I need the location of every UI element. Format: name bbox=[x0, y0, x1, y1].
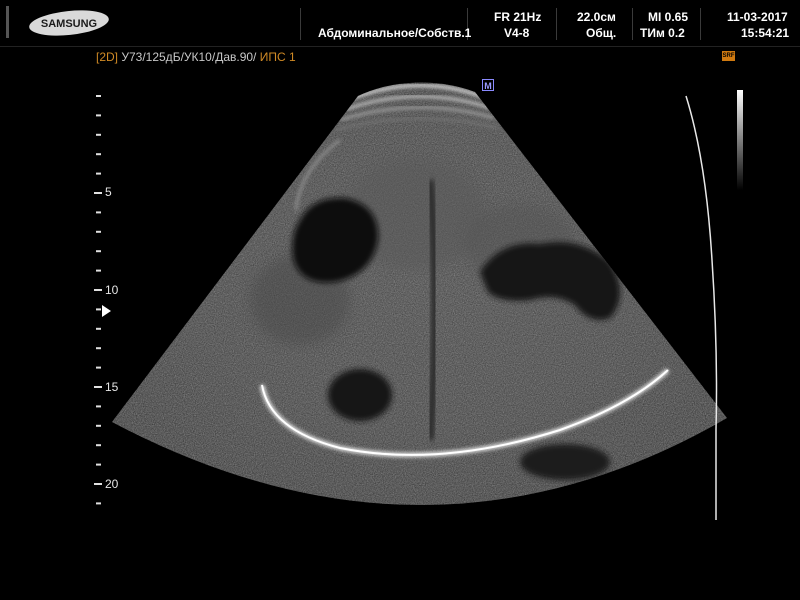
depth-label-10: 10 bbox=[105, 283, 119, 297]
depth-tick bbox=[94, 192, 102, 194]
hypoechoic-structure-lower bbox=[328, 369, 392, 421]
depth-ticks bbox=[94, 95, 102, 505]
depth-tick bbox=[96, 327, 101, 330]
depth-tick bbox=[94, 483, 102, 485]
depth-tick bbox=[96, 347, 101, 350]
depth-tick bbox=[96, 405, 101, 408]
depth-tick bbox=[96, 153, 101, 156]
grayscale-bar bbox=[737, 90, 743, 190]
depth-tick bbox=[96, 269, 101, 272]
depth-tick bbox=[96, 308, 101, 311]
depth-tick bbox=[96, 366, 101, 369]
depth-tick bbox=[96, 463, 101, 466]
depth-tick bbox=[94, 386, 102, 388]
depth-label-20: 20 bbox=[105, 477, 119, 491]
depth-tick bbox=[96, 230, 101, 233]
ultrasound-sector-image bbox=[112, 82, 727, 520]
tgc-curve bbox=[685, 95, 718, 520]
depth-tick bbox=[96, 95, 101, 97]
depth-tick bbox=[96, 172, 101, 175]
depth-tick bbox=[96, 114, 101, 117]
depth-tick bbox=[96, 424, 101, 427]
hypoechoic-structure-deep bbox=[520, 444, 610, 480]
depth-scale bbox=[94, 95, 102, 505]
depth-tick bbox=[96, 444, 101, 447]
depth-label-5: 5 bbox=[105, 185, 112, 199]
depth-tick bbox=[94, 289, 102, 291]
depth-tick bbox=[96, 250, 101, 253]
depth-tick bbox=[96, 211, 101, 214]
sector-field bbox=[112, 82, 727, 506]
depth-tick bbox=[96, 502, 101, 505]
orientation-marker: M bbox=[482, 79, 494, 91]
depth-tick bbox=[96, 133, 101, 136]
focus-marker bbox=[102, 305, 111, 317]
depth-label-15: 15 bbox=[105, 380, 119, 394]
